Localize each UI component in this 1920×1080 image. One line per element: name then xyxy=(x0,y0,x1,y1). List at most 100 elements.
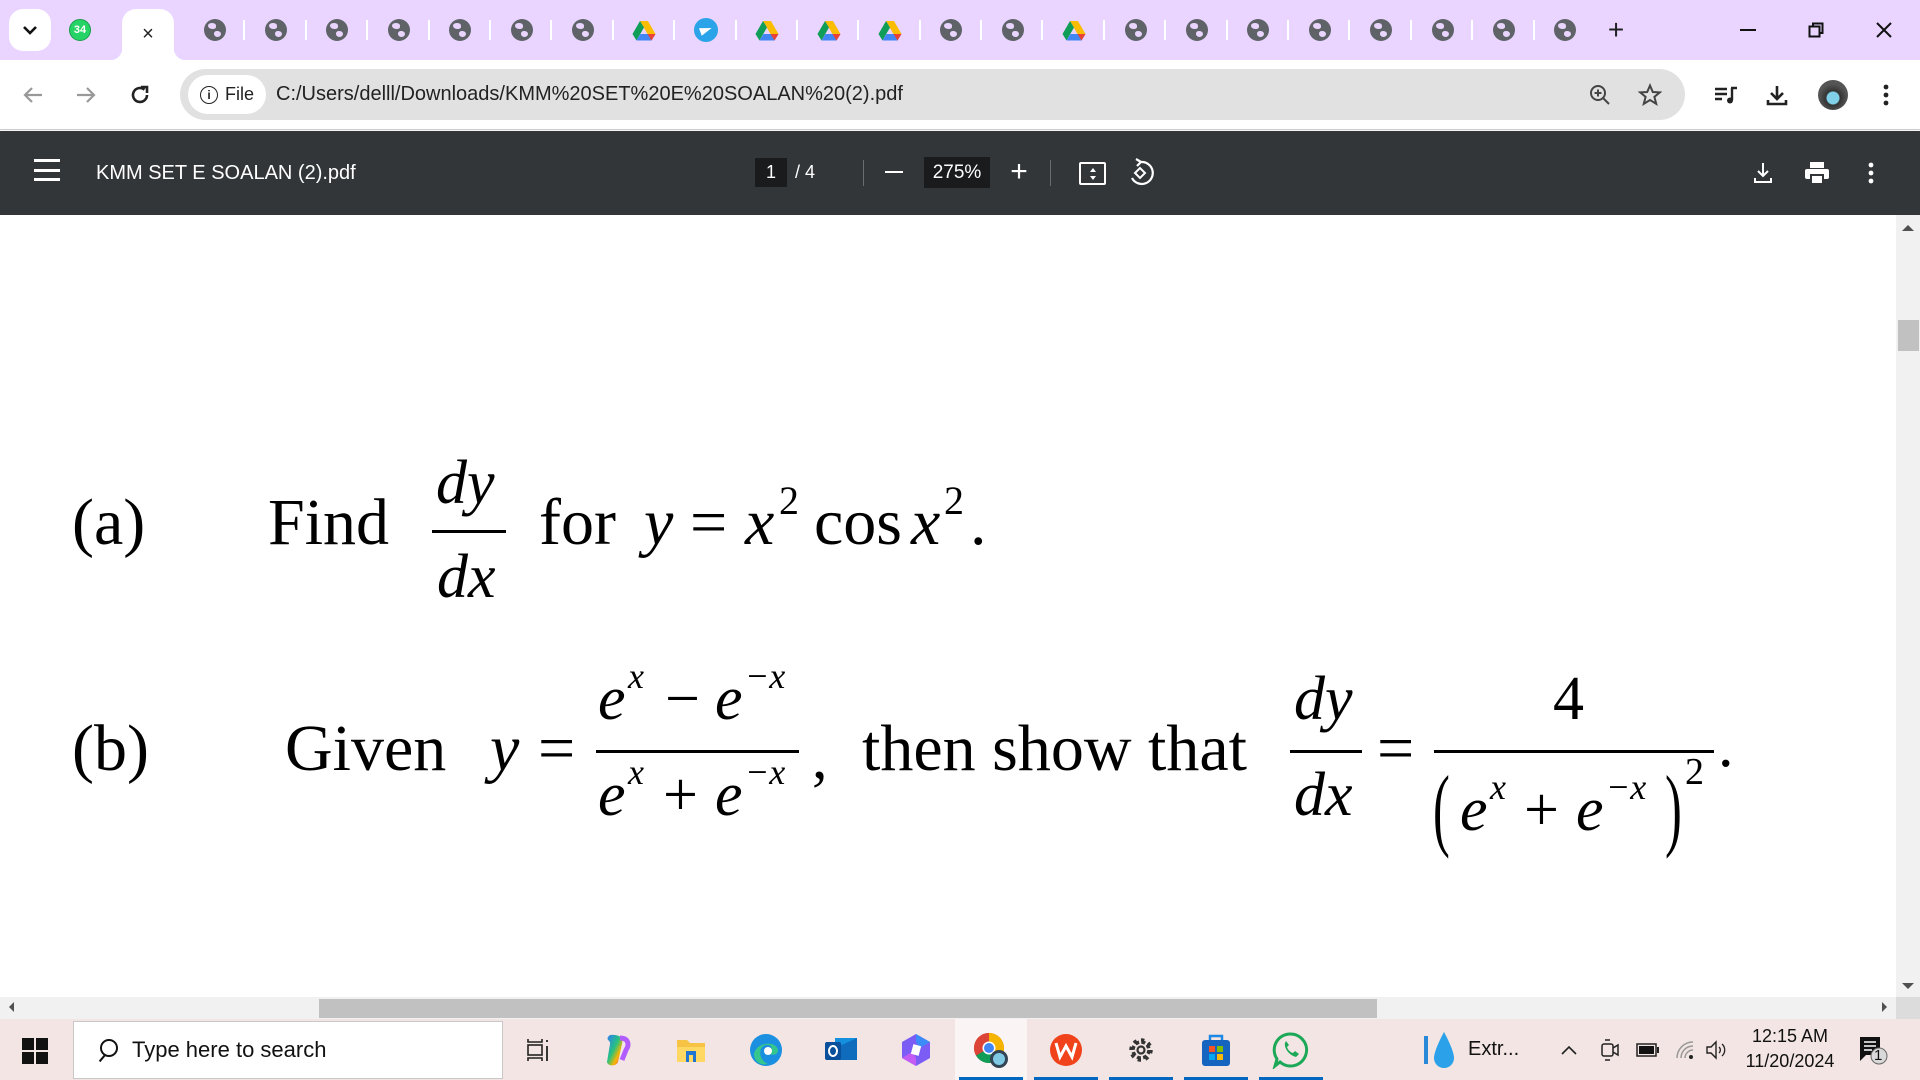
clock[interactable]: 12:15 AM 11/20/2024 xyxy=(1735,1024,1845,1074)
rhs-rparen: ) xyxy=(1665,757,1682,859)
pdf-download-button[interactable] xyxy=(1745,155,1781,191)
browser-tab[interactable] xyxy=(982,14,1044,46)
taskbar-copilot[interactable] xyxy=(580,1019,652,1080)
tab-search-button[interactable] xyxy=(9,9,51,51)
browser-tab[interactable] xyxy=(675,14,737,46)
taskbar-file-explorer[interactable] xyxy=(655,1019,727,1080)
back-button[interactable] xyxy=(15,77,51,113)
task-view-icon xyxy=(527,1038,548,1061)
browser-menu-button[interactable] xyxy=(1868,77,1904,113)
page-number-input[interactable]: 1 xyxy=(755,158,787,187)
pdf-more-button[interactable] xyxy=(1853,155,1889,191)
notification-center-button[interactable]: 1 xyxy=(1858,1035,1888,1065)
taskbar-chrome[interactable] xyxy=(955,1019,1027,1080)
browser-tab[interactable] xyxy=(1350,14,1413,46)
zoom-indicator-button[interactable] xyxy=(1584,79,1616,111)
bookmark-button[interactable] xyxy=(1634,79,1666,111)
restore-button[interactable] xyxy=(1790,10,1842,50)
rotate-button[interactable] xyxy=(1126,157,1156,189)
fraction-bar xyxy=(1290,750,1362,753)
browser-tab[interactable] xyxy=(184,14,246,46)
browser-tab[interactable] xyxy=(1228,14,1290,46)
more-vert-icon xyxy=(1868,162,1874,184)
vertical-scrollbar[interactable] xyxy=(1896,215,1920,997)
browser-tab[interactable] xyxy=(1473,14,1535,46)
forward-button[interactable] xyxy=(68,77,104,113)
part-a-dx: dx xyxy=(437,543,496,611)
browser-tab[interactable] xyxy=(307,14,369,46)
browser-tab[interactable] xyxy=(798,14,860,46)
browser-tab[interactable] xyxy=(921,14,983,46)
minimize-button[interactable] xyxy=(1722,10,1774,50)
horizontal-scroll-thumb[interactable] xyxy=(319,999,1377,1018)
chrome-icon xyxy=(973,1032,1008,1068)
globe-icon xyxy=(940,19,963,41)
show-hidden-icons-button[interactable] xyxy=(1560,1019,1578,1080)
browser-tab[interactable] xyxy=(614,14,676,46)
site-info-chip[interactable]: i File xyxy=(188,75,267,114)
close-tab-icon[interactable]: × xyxy=(142,23,154,46)
windows-taskbar: Type here to search Extr... 12:15 AM 11/… xyxy=(0,1019,1920,1080)
volume-button[interactable] xyxy=(1705,1019,1729,1080)
meet-now-button[interactable] xyxy=(1600,1019,1620,1080)
part-b-equals: = xyxy=(538,712,576,785)
print-button[interactable] xyxy=(1799,155,1835,191)
fit-to-page-button[interactable] xyxy=(1079,162,1106,185)
browser-tab[interactable] xyxy=(859,14,922,46)
taskbar-settings[interactable] xyxy=(1105,1019,1177,1080)
task-view-button[interactable] xyxy=(503,1019,575,1080)
network-button[interactable] xyxy=(1674,1019,1696,1080)
zoom-out-button[interactable] xyxy=(880,157,908,187)
address-bar[interactable]: i File C:/Users/delll/Downloads/KMM%20SE… xyxy=(180,69,1685,120)
minimize-icon xyxy=(1740,29,1756,31)
taskbar-microsoft-365[interactable] xyxy=(880,1019,952,1080)
tray-app-extr[interactable]: Extr... xyxy=(1420,1019,1519,1080)
horizontal-scrollbar[interactable] xyxy=(0,997,1896,1019)
notification-icon xyxy=(1860,1037,1888,1065)
browser-tab[interactable] xyxy=(1166,14,1229,46)
new-tab-button[interactable]: + xyxy=(1600,14,1632,46)
battery-button[interactable] xyxy=(1636,1019,1660,1080)
taskbar-search-box[interactable]: Type here to search xyxy=(73,1021,503,1079)
tab-active[interactable]: × xyxy=(110,9,186,60)
vertical-scroll-thumb[interactable] xyxy=(1898,320,1919,351)
media-controls-button[interactable] xyxy=(1708,77,1744,113)
browser-tab[interactable] xyxy=(491,14,553,46)
reload-button[interactable] xyxy=(122,77,158,113)
browser-tab[interactable] xyxy=(1535,14,1596,46)
browser-tab[interactable] xyxy=(1412,14,1474,46)
zoom-in-button[interactable]: + xyxy=(1004,155,1034,189)
taskbar-whatsapp[interactable] xyxy=(1255,1019,1327,1080)
downloads-button[interactable] xyxy=(1759,77,1795,113)
start-button[interactable] xyxy=(22,1038,48,1064)
rotate-icon xyxy=(1131,158,1154,186)
browser-tab[interactable] xyxy=(368,14,430,46)
pdf-page-view[interactable]: (a) Find dy dx for y = x 2 cos x 2 . (b)… xyxy=(0,215,1896,997)
taskbar-microsoft-store[interactable] xyxy=(1180,1019,1252,1080)
taskbar-wps-office[interactable] xyxy=(1030,1019,1102,1080)
scroll-up-arrow[interactable] xyxy=(1902,225,1914,231)
scroll-down-arrow[interactable] xyxy=(1902,983,1914,989)
info-icon: i xyxy=(200,85,218,104)
menu-icon[interactable] xyxy=(34,159,60,181)
browser-tab[interactable] xyxy=(1043,14,1106,46)
browser-tab[interactable] xyxy=(1105,14,1167,46)
part-b-label: (b) xyxy=(72,712,149,785)
scroll-right-arrow[interactable] xyxy=(1882,1002,1887,1012)
den-e2: e xyxy=(715,761,743,829)
tab-whatsapp[interactable]: 34 xyxy=(66,16,94,44)
url-text[interactable]: C:/Users/delll/Downloads/KMM%20SET%20E%2… xyxy=(276,69,903,120)
profile-button[interactable] xyxy=(1815,77,1851,113)
zoom-level-input[interactable]: 275% xyxy=(924,157,990,188)
tray-app-label: Extr... xyxy=(1468,1038,1520,1060)
browser-tab[interactable] xyxy=(245,14,308,46)
browser-tab[interactable] xyxy=(552,14,615,46)
close-window-button[interactable] xyxy=(1858,10,1910,50)
browser-tab[interactable] xyxy=(1289,14,1351,46)
taskbar-edge[interactable] xyxy=(730,1019,802,1080)
scroll-left-arrow[interactable] xyxy=(9,1002,14,1012)
browser-tab[interactable] xyxy=(430,14,492,46)
browser-tab[interactable] xyxy=(737,14,799,46)
globe-icon xyxy=(510,19,533,41)
taskbar-outlook[interactable] xyxy=(805,1019,877,1080)
